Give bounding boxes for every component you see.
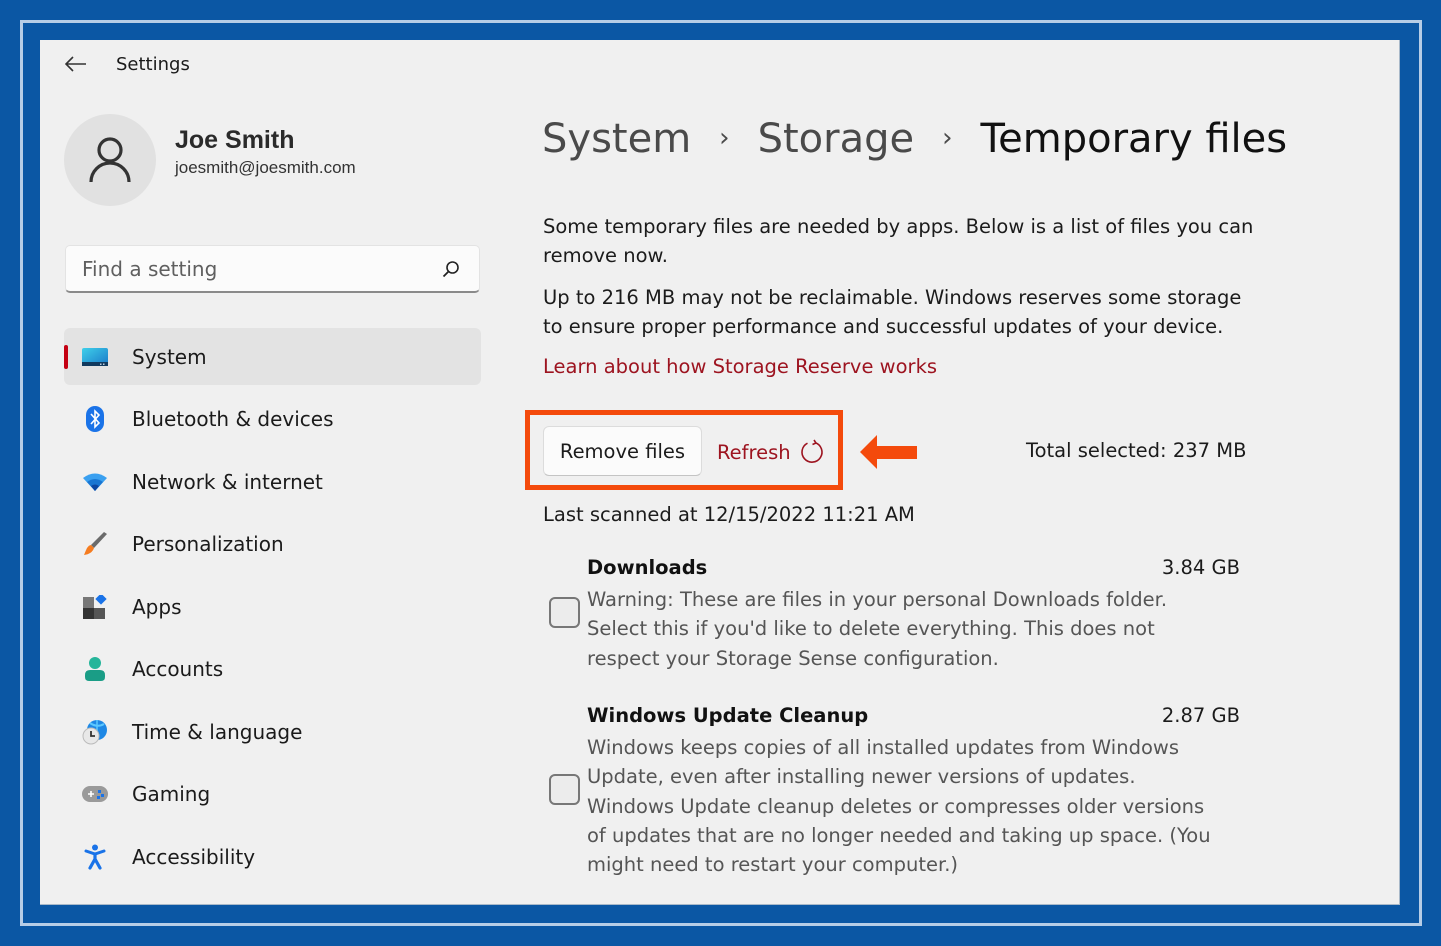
sidebar-nav: System Bluetooth & devices Network & int… [64,328,481,891]
arrow-left-callout-icon [859,434,919,474]
sidebar-item-label: Gaming [132,782,211,806]
breadcrumb-storage[interactable]: Storage [758,116,915,162]
sidebar-item-apps[interactable]: Apps [64,578,481,635]
person-icon [89,137,131,183]
sidebar-item-gaming[interactable]: Gaming [64,766,481,823]
refresh-label: Refresh [717,440,791,464]
avatar[interactable] [64,114,156,206]
sidebar-item-bluetooth[interactable]: Bluetooth & devices [64,391,481,448]
search-input[interactable] [82,256,439,281]
file-category-size: 2.87 GB [1161,704,1240,727]
list-item-windows-update-cleanup: Windows Update Cleanup 2.87 GB Windows k… [543,704,1243,884]
sidebar-item-label: Bluetooth & devices [132,407,334,431]
sidebar-item-time-language[interactable]: Time & language [64,703,481,760]
downloads-checkbox[interactable] [549,597,580,628]
learn-storage-reserve-link[interactable]: Learn about how Storage Reserve works [543,355,937,378]
windows-update-cleanup-checkbox[interactable] [549,774,580,805]
breadcrumb-system[interactable]: System [542,116,691,162]
refresh-icon [799,439,825,465]
sidebar-item-personalization[interactable]: Personalization [64,516,481,573]
sidebar-item-label: Apps [132,594,182,619]
breadcrumb-separator: › [942,123,953,153]
sidebar-item-accessibility[interactable]: Accessibility [64,828,481,885]
file-category-description: Windows keeps copies of all installed up… [587,736,1211,877]
paintbrush-icon [80,529,110,559]
sidebar-item-label: Time & language [132,719,303,744]
sidebar-item-system[interactable]: System [64,328,481,385]
last-scanned: Last scanned at 12/15/2022 11:21 AM [543,503,915,526]
user-name: Joe Smith [175,126,295,154]
settings-window: Settings Joe Smith joesmith@joesmith.com… [40,40,1400,905]
file-category-size: 3.84 GB [1161,556,1240,579]
user-email: joesmith@joesmith.com [175,158,356,177]
gamepad-icon [80,779,110,809]
sidebar-item-label: Accounts [132,657,224,681]
search-button[interactable] [439,257,463,281]
active-indicator [64,345,68,369]
file-category-name: Windows Update Cleanup [587,704,869,727]
arrow-left-icon [65,56,86,72]
title-bar: Settings [64,52,190,76]
account-icon [80,654,110,684]
search-box [65,245,480,293]
app-title: Settings [116,53,190,75]
remove-files-button[interactable]: Remove files [543,426,702,476]
storage-reserve-note: Up to 216 MB may not be reclaimable. Win… [543,286,1242,338]
search-icon [442,260,459,277]
back-button[interactable] [64,52,88,76]
sidebar-item-label: Network & internet [132,469,323,494]
refresh-button[interactable]: Refresh [717,430,825,474]
apps-icon [80,592,110,622]
sidebar-item-label: Accessibility [132,844,256,869]
sidebar-item-network[interactable]: Network & internet [64,453,481,510]
file-category-name: Downloads [587,556,708,579]
sidebar-item-accounts[interactable]: Accounts [64,641,481,698]
list-item-downloads: Downloads 3.84 GB Warning: These are fil… [543,556,1243,676]
wifi-icon [80,467,110,497]
breadcrumb-separator: › [719,123,730,153]
file-category-description: Warning: These are files in your persona… [587,588,1168,670]
bluetooth-icon [80,404,110,434]
total-selected: Total selected: 237 MB [1026,439,1247,462]
sidebar-item-label: Personalization [132,532,284,556]
time-language-icon [80,717,110,747]
intro-text: Some temporary files are needed by apps.… [543,215,1254,267]
accessibility-icon [80,842,110,872]
page-title: Temporary files [980,116,1288,162]
sidebar-item-label: System [132,344,207,369]
breadcrumb: System › Storage › Temporary files [542,116,1287,162]
monitor-icon [80,342,110,372]
